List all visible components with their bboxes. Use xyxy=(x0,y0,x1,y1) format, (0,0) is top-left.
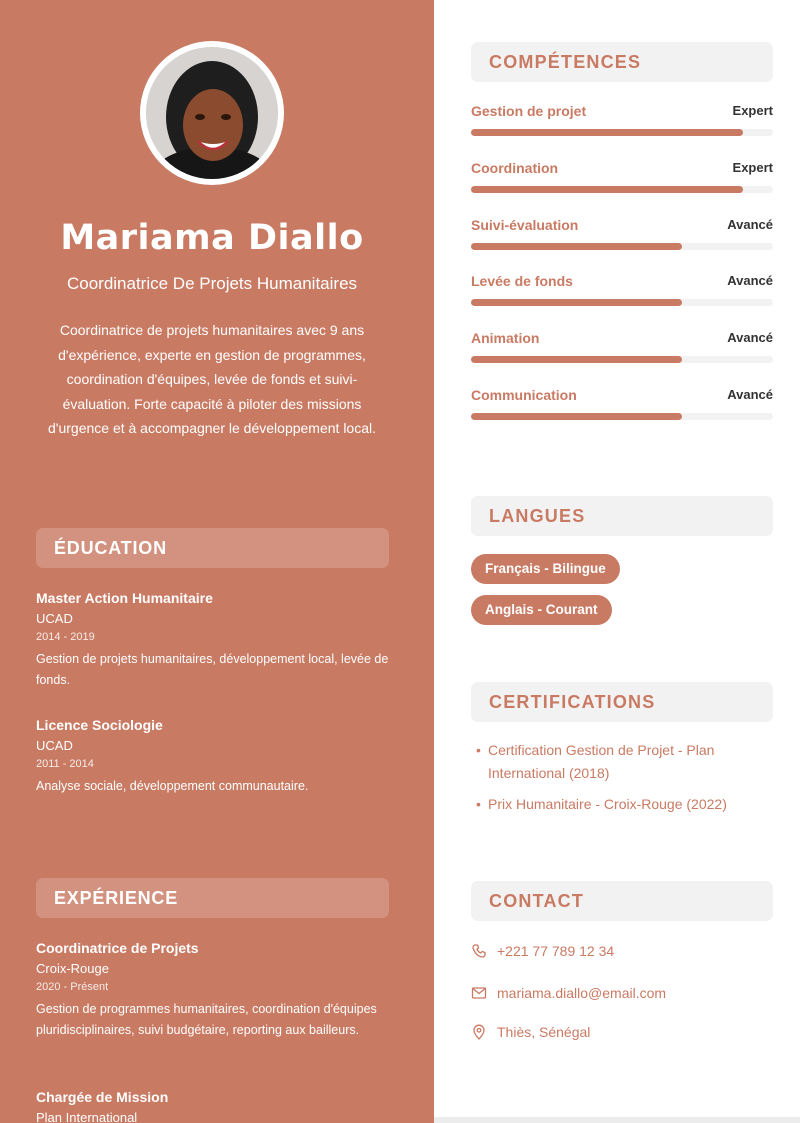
left-sidebar: Mariama Diallo Coordinatrice De Projets … xyxy=(0,0,434,1123)
experience-heading: EXPÉRIENCE xyxy=(36,878,389,918)
skill-item: Levée de fonds Avancé xyxy=(471,272,773,312)
certification-text: Prix Humanitaire - Croix-Rouge (2022) xyxy=(488,796,727,812)
certification-text: Certification Gestion de Projet - Plan I… xyxy=(488,742,715,781)
contact-heading: CONTACT xyxy=(471,881,773,921)
skill-bar xyxy=(471,186,773,193)
skill-name: Animation xyxy=(471,330,540,346)
profile-photo xyxy=(146,47,278,179)
email-address: mariama.diallo@email.com xyxy=(497,985,667,1001)
contact-location: Thiès, Sénégal xyxy=(471,1021,771,1043)
experience-description: Gestion de programmes humanitaires, coor… xyxy=(36,1002,377,1037)
education-heading: ÉDUCATION xyxy=(36,528,389,568)
phone-number: +221 77 789 12 34 xyxy=(497,943,615,959)
language-tag: Français - Bilingue xyxy=(471,554,620,584)
contact-phone[interactable]: +221 77 789 12 34 xyxy=(471,940,771,962)
phone-icon xyxy=(472,944,486,958)
languages-heading: LANGUES xyxy=(471,496,773,536)
page-bottom-border xyxy=(434,1117,800,1123)
skill-item: Animation Avancé xyxy=(471,329,773,369)
certifications-heading: CERTIFICATIONS xyxy=(471,682,773,722)
skill-level: Avancé xyxy=(727,273,773,288)
candidate-role: Coordinatrice De Projets Humanitaires xyxy=(66,274,358,293)
education-description: Gestion de projets humanitaires, dévelop… xyxy=(36,652,389,687)
skill-level: Expert xyxy=(732,160,773,175)
skill-bar-fill xyxy=(471,299,683,306)
skill-bar xyxy=(471,356,773,363)
skill-level: Avancé xyxy=(727,330,773,345)
skill-bar xyxy=(471,413,773,420)
skill-name: Coordination xyxy=(471,160,559,176)
location-text: Thiès, Sénégal xyxy=(497,1024,591,1040)
education-dates: 2014 - 2019 xyxy=(36,631,95,643)
skill-item: Coordination Expert xyxy=(471,159,773,199)
experience-position: Chargée de Mission xyxy=(36,1089,169,1105)
experience-entry: Coordinatrice de Projets Croix-Rouge 202… xyxy=(36,939,392,1040)
profile-summary: Coordinatrice de projets humanitaires av… xyxy=(48,322,376,436)
education-school: UCAD xyxy=(36,611,73,626)
skill-item: Suivi-évaluation Avancé xyxy=(471,216,773,256)
skill-bar-fill xyxy=(471,413,683,420)
skill-bar-fill xyxy=(471,186,743,193)
candidate-name: Mariama Diallo xyxy=(60,218,364,258)
education-entry: Licence Sociologie UCAD 2011 - 2014 Anal… xyxy=(36,716,392,797)
bullet-icon: • xyxy=(476,796,481,812)
bullet-icon: • xyxy=(476,742,481,758)
certification-item: • Certification Gestion de Projet - Plan… xyxy=(476,739,768,785)
skill-name: Levée de fonds xyxy=(471,273,573,289)
experience-organization: Croix-Rouge xyxy=(36,961,109,976)
experience-entry: Chargée de Mission Plan International xyxy=(36,1088,392,1123)
experience-organization: Plan International xyxy=(36,1110,138,1123)
skill-level: Avancé xyxy=(727,387,773,402)
skill-name: Suivi-évaluation xyxy=(471,217,579,233)
skill-bar xyxy=(471,129,773,136)
skill-bar-fill xyxy=(471,356,683,363)
education-degree: Master Action Humanitaire xyxy=(36,590,213,606)
experience-position: Coordinatrice de Projets xyxy=(36,940,199,956)
avatar xyxy=(140,41,284,185)
skill-item: Gestion de projet Expert xyxy=(471,102,773,142)
skill-bar-fill xyxy=(471,243,683,250)
skill-name: Communication xyxy=(471,387,577,403)
skill-level: Avancé xyxy=(727,217,773,232)
skill-name: Gestion de projet xyxy=(471,103,587,119)
skill-bar xyxy=(471,299,773,306)
skill-item: Communication Avancé xyxy=(471,386,773,426)
language-tag: Anglais - Courant xyxy=(471,595,612,625)
skill-bar xyxy=(471,243,773,250)
mail-icon xyxy=(471,987,487,999)
certification-item: • Prix Humanitaire - Croix-Rouge (2022) xyxy=(476,793,768,816)
skill-bar-fill xyxy=(471,129,743,136)
education-dates: 2011 - 2014 xyxy=(36,758,94,770)
education-entry: Master Action Humanitaire UCAD 2014 - 20… xyxy=(36,589,392,690)
education-degree: Licence Sociologie xyxy=(36,717,163,733)
experience-dates: 2020 - Présent xyxy=(36,981,109,993)
contact-email[interactable]: mariama.diallo@email.com xyxy=(471,982,771,1004)
skills-heading: COMPÉTENCES xyxy=(471,42,773,82)
education-school: UCAD xyxy=(36,738,73,753)
skill-level: Expert xyxy=(732,103,773,118)
location-pin-icon xyxy=(473,1024,485,1040)
education-description: Analyse sociale, développement communaut… xyxy=(36,779,309,793)
right-column: COMPÉTENCES Gestion de projet Expert Coor… xyxy=(434,0,800,1123)
